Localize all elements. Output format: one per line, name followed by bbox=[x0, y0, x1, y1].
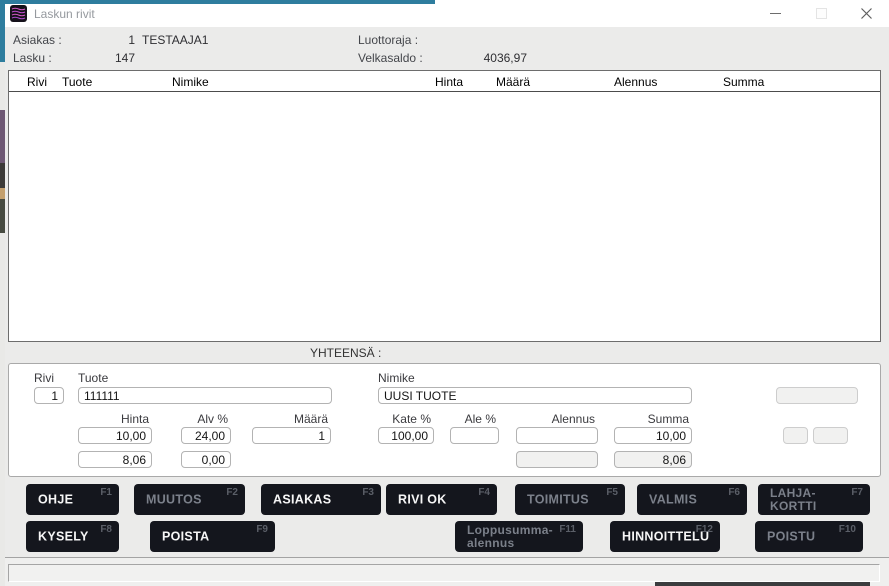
maara-label: Määrä bbox=[252, 412, 331, 426]
tuote-label: Tuote bbox=[78, 371, 108, 385]
small-field-1-disabled bbox=[783, 427, 808, 444]
lasku-number: 147 bbox=[60, 51, 135, 65]
column-header-tuote: Tuote bbox=[62, 75, 92, 89]
kysely-button[interactable]: KYSELYF8 bbox=[26, 521, 119, 552]
maximize-button bbox=[798, 0, 844, 27]
fkey-label: F4 bbox=[478, 487, 490, 498]
minimize-button[interactable] bbox=[752, 0, 798, 27]
nimike-input[interactable] bbox=[378, 387, 692, 404]
kate-label: Kate % bbox=[378, 412, 434, 426]
fkey-label: F2 bbox=[226, 487, 238, 498]
fkey-label: F12 bbox=[696, 524, 713, 535]
nimike-label: Nimike bbox=[378, 371, 415, 385]
column-header-hinta: Hinta bbox=[399, 75, 463, 89]
lasku-label: Lasku : bbox=[13, 51, 52, 65]
total-label: YHTEENSÄ : bbox=[310, 346, 381, 360]
fkey-label: F1 bbox=[100, 487, 112, 498]
background-window-bottom-edge bbox=[655, 582, 870, 586]
column-header-alennus: Alennus bbox=[614, 75, 657, 89]
rivi-input[interactable] bbox=[34, 387, 64, 404]
asiakas-button[interactable]: ASIAKASF3 bbox=[261, 484, 381, 515]
maximize-icon bbox=[816, 8, 827, 19]
row-edit-panel: Rivi Tuote Nimike Hinta Alv % Määrä Kate… bbox=[8, 363, 881, 477]
column-header-nimike: Nimike bbox=[172, 75, 209, 89]
window-title: Laskun rivit bbox=[34, 7, 95, 21]
alv-label: Alv % bbox=[181, 412, 231, 426]
table-header-divider bbox=[9, 91, 880, 92]
rivi-ok-button[interactable]: RIVI OKF4 bbox=[386, 484, 497, 515]
alennus-input[interactable] bbox=[516, 427, 598, 444]
fkey-label: F9 bbox=[256, 524, 268, 535]
poista-button[interactable]: POISTAF9 bbox=[150, 521, 275, 552]
fkey-label: F11 bbox=[559, 524, 576, 535]
asiakas-label: Asiakas : bbox=[13, 33, 62, 47]
edge-segment bbox=[0, 188, 5, 199]
close-icon bbox=[860, 7, 873, 20]
luottoraja-label: Luottoraja : bbox=[358, 33, 418, 47]
velkasaldo-value: 4036,97 bbox=[445, 51, 527, 65]
background-window-top-edge bbox=[0, 0, 435, 4]
summa-label: Summa bbox=[614, 412, 692, 426]
title-bar: Laskun rivit bbox=[0, 0, 889, 27]
ale-label: Ale % bbox=[450, 412, 499, 426]
summa-input[interactable] bbox=[614, 427, 692, 444]
tuote-input[interactable] bbox=[78, 387, 332, 404]
asiakas-name: TESTAAJA1 bbox=[142, 33, 208, 47]
loppusumma-alennus-button: Loppusumma-alennusF11 bbox=[455, 521, 583, 552]
fkey-label: F10 bbox=[839, 524, 856, 535]
fkey-label: F8 bbox=[100, 524, 112, 535]
close-button[interactable] bbox=[844, 0, 889, 27]
edge-segment bbox=[0, 199, 5, 233]
hinta-net-input[interactable] bbox=[78, 451, 152, 468]
kate-input[interactable] bbox=[378, 427, 434, 444]
asiakas-number: 1 bbox=[60, 33, 135, 47]
extra-field-disabled bbox=[776, 387, 858, 404]
fkey-label: F3 bbox=[362, 487, 374, 498]
poistu-button: POISTUF10 bbox=[755, 521, 863, 552]
column-header-maara: Määrä bbox=[496, 75, 530, 89]
hinta-label: Hinta bbox=[78, 412, 152, 426]
app-logo-icon bbox=[10, 5, 27, 22]
velkasaldo-label: Velkasaldo : bbox=[358, 51, 423, 65]
lahjakortti-button: LAHJA-KORTTIF7 bbox=[758, 484, 870, 515]
laskun-rivit-window: { "colors": { "accent_edge": "#2e7d9e", … bbox=[0, 0, 889, 586]
muutos-button: MUUTOSF2 bbox=[134, 484, 245, 515]
summa-net-field bbox=[614, 451, 692, 468]
column-header-rivi: Rivi bbox=[27, 75, 47, 89]
hinta-input[interactable] bbox=[78, 427, 152, 444]
minimize-icon bbox=[770, 13, 781, 14]
small-field-2-disabled bbox=[813, 427, 848, 444]
edge-segment bbox=[0, 110, 5, 163]
column-header-summa: Summa bbox=[723, 75, 764, 89]
fkey-label: F5 bbox=[606, 487, 618, 498]
alv-net-input[interactable] bbox=[181, 451, 231, 468]
background-window-left-edge bbox=[0, 0, 5, 586]
valmis-button: VALMISF6 bbox=[637, 484, 747, 515]
ale-input[interactable] bbox=[450, 427, 499, 444]
maara-input[interactable] bbox=[252, 427, 331, 444]
fkey-label: F6 bbox=[728, 487, 740, 498]
alennus-net-field bbox=[516, 451, 598, 468]
rivi-label: Rivi bbox=[34, 371, 54, 385]
toimitus-button: TOIMITUSF5 bbox=[515, 484, 625, 515]
alennus-label: Alennus bbox=[516, 412, 598, 426]
fkey-label: F7 bbox=[851, 487, 863, 498]
edge-segment bbox=[0, 0, 5, 62]
edge-segment bbox=[0, 163, 5, 188]
invoice-rows-table[interactable]: Rivi Tuote Nimike Hinta Määrä Alennus Su… bbox=[8, 70, 881, 342]
ohje-button[interactable]: OHJEF1 bbox=[26, 484, 119, 515]
alv-input[interactable] bbox=[181, 427, 231, 444]
status-message-field bbox=[8, 564, 880, 582]
hinnoittelu-button[interactable]: HINNOITTELUF12 bbox=[610, 521, 720, 552]
